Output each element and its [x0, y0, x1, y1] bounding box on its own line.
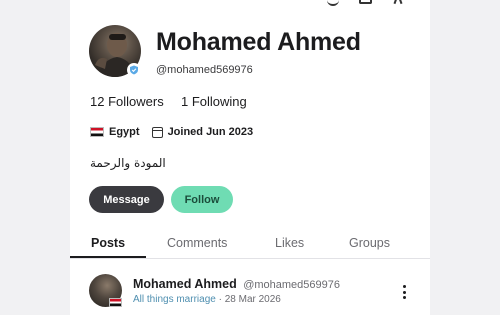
options-icon[interactable] [392, 0, 404, 4]
message-button[interactable]: Message [89, 186, 164, 213]
post-group-link[interactable]: All things marriage [133, 294, 216, 305]
followers-count: 12 [90, 94, 105, 109]
country-label: Egypt [109, 126, 140, 138]
post-separator: · [218, 294, 222, 305]
following-count: 1 [180, 94, 189, 109]
post-subline: All things marriage · 28 Mar 2026 [133, 294, 281, 305]
profile-meta: Egypt Joined Jun 2023 [90, 126, 253, 138]
profile-bio: المودة والرحمة [90, 156, 166, 170]
joined-date: Joined Jun 2023 [167, 126, 254, 138]
post-header: Mohamed Ahmed @mohamed569976 [133, 277, 340, 291]
egypt-flag-icon [90, 127, 104, 137]
follow-button[interactable]: Follow [171, 186, 233, 213]
following-link[interactable]: 1 Following [181, 94, 247, 109]
profile-handle: @mohamed569976 [156, 64, 253, 76]
more-options-icon[interactable] [402, 285, 406, 299]
tab-likes[interactable]: Likes [275, 236, 304, 250]
verified-badge-icon [127, 63, 141, 77]
tab-groups[interactable]: Groups [349, 236, 390, 250]
bookmark-icon[interactable] [359, 0, 372, 4]
active-tab-indicator [70, 256, 146, 258]
tab-posts[interactable]: Posts [91, 236, 125, 250]
following-label: Following [191, 94, 247, 109]
follow-stats: 12 Followers 1 Following [90, 94, 247, 109]
top-toolbar-icons [327, 0, 404, 6]
post-author-name[interactable]: Mohamed Ahmed [133, 277, 237, 291]
calendar-icon [151, 126, 163, 138]
profile-tabs: Posts Comments Likes Groups [70, 230, 430, 259]
share-icon[interactable] [327, 0, 339, 6]
profile-card: Mohamed Ahmed @mohamed569976 12 Follower… [70, 0, 430, 315]
tab-comments[interactable]: Comments [167, 236, 227, 250]
profile-name: Mohamed Ahmed [156, 28, 361, 56]
followers-label: Followers [108, 94, 164, 109]
followers-link[interactable]: 12 Followers [90, 94, 167, 109]
post-date: 28 Mar 2026 [224, 294, 281, 305]
post-author-handle: @mohamed569976 [243, 279, 340, 291]
post-egypt-flag-icon [109, 298, 122, 307]
